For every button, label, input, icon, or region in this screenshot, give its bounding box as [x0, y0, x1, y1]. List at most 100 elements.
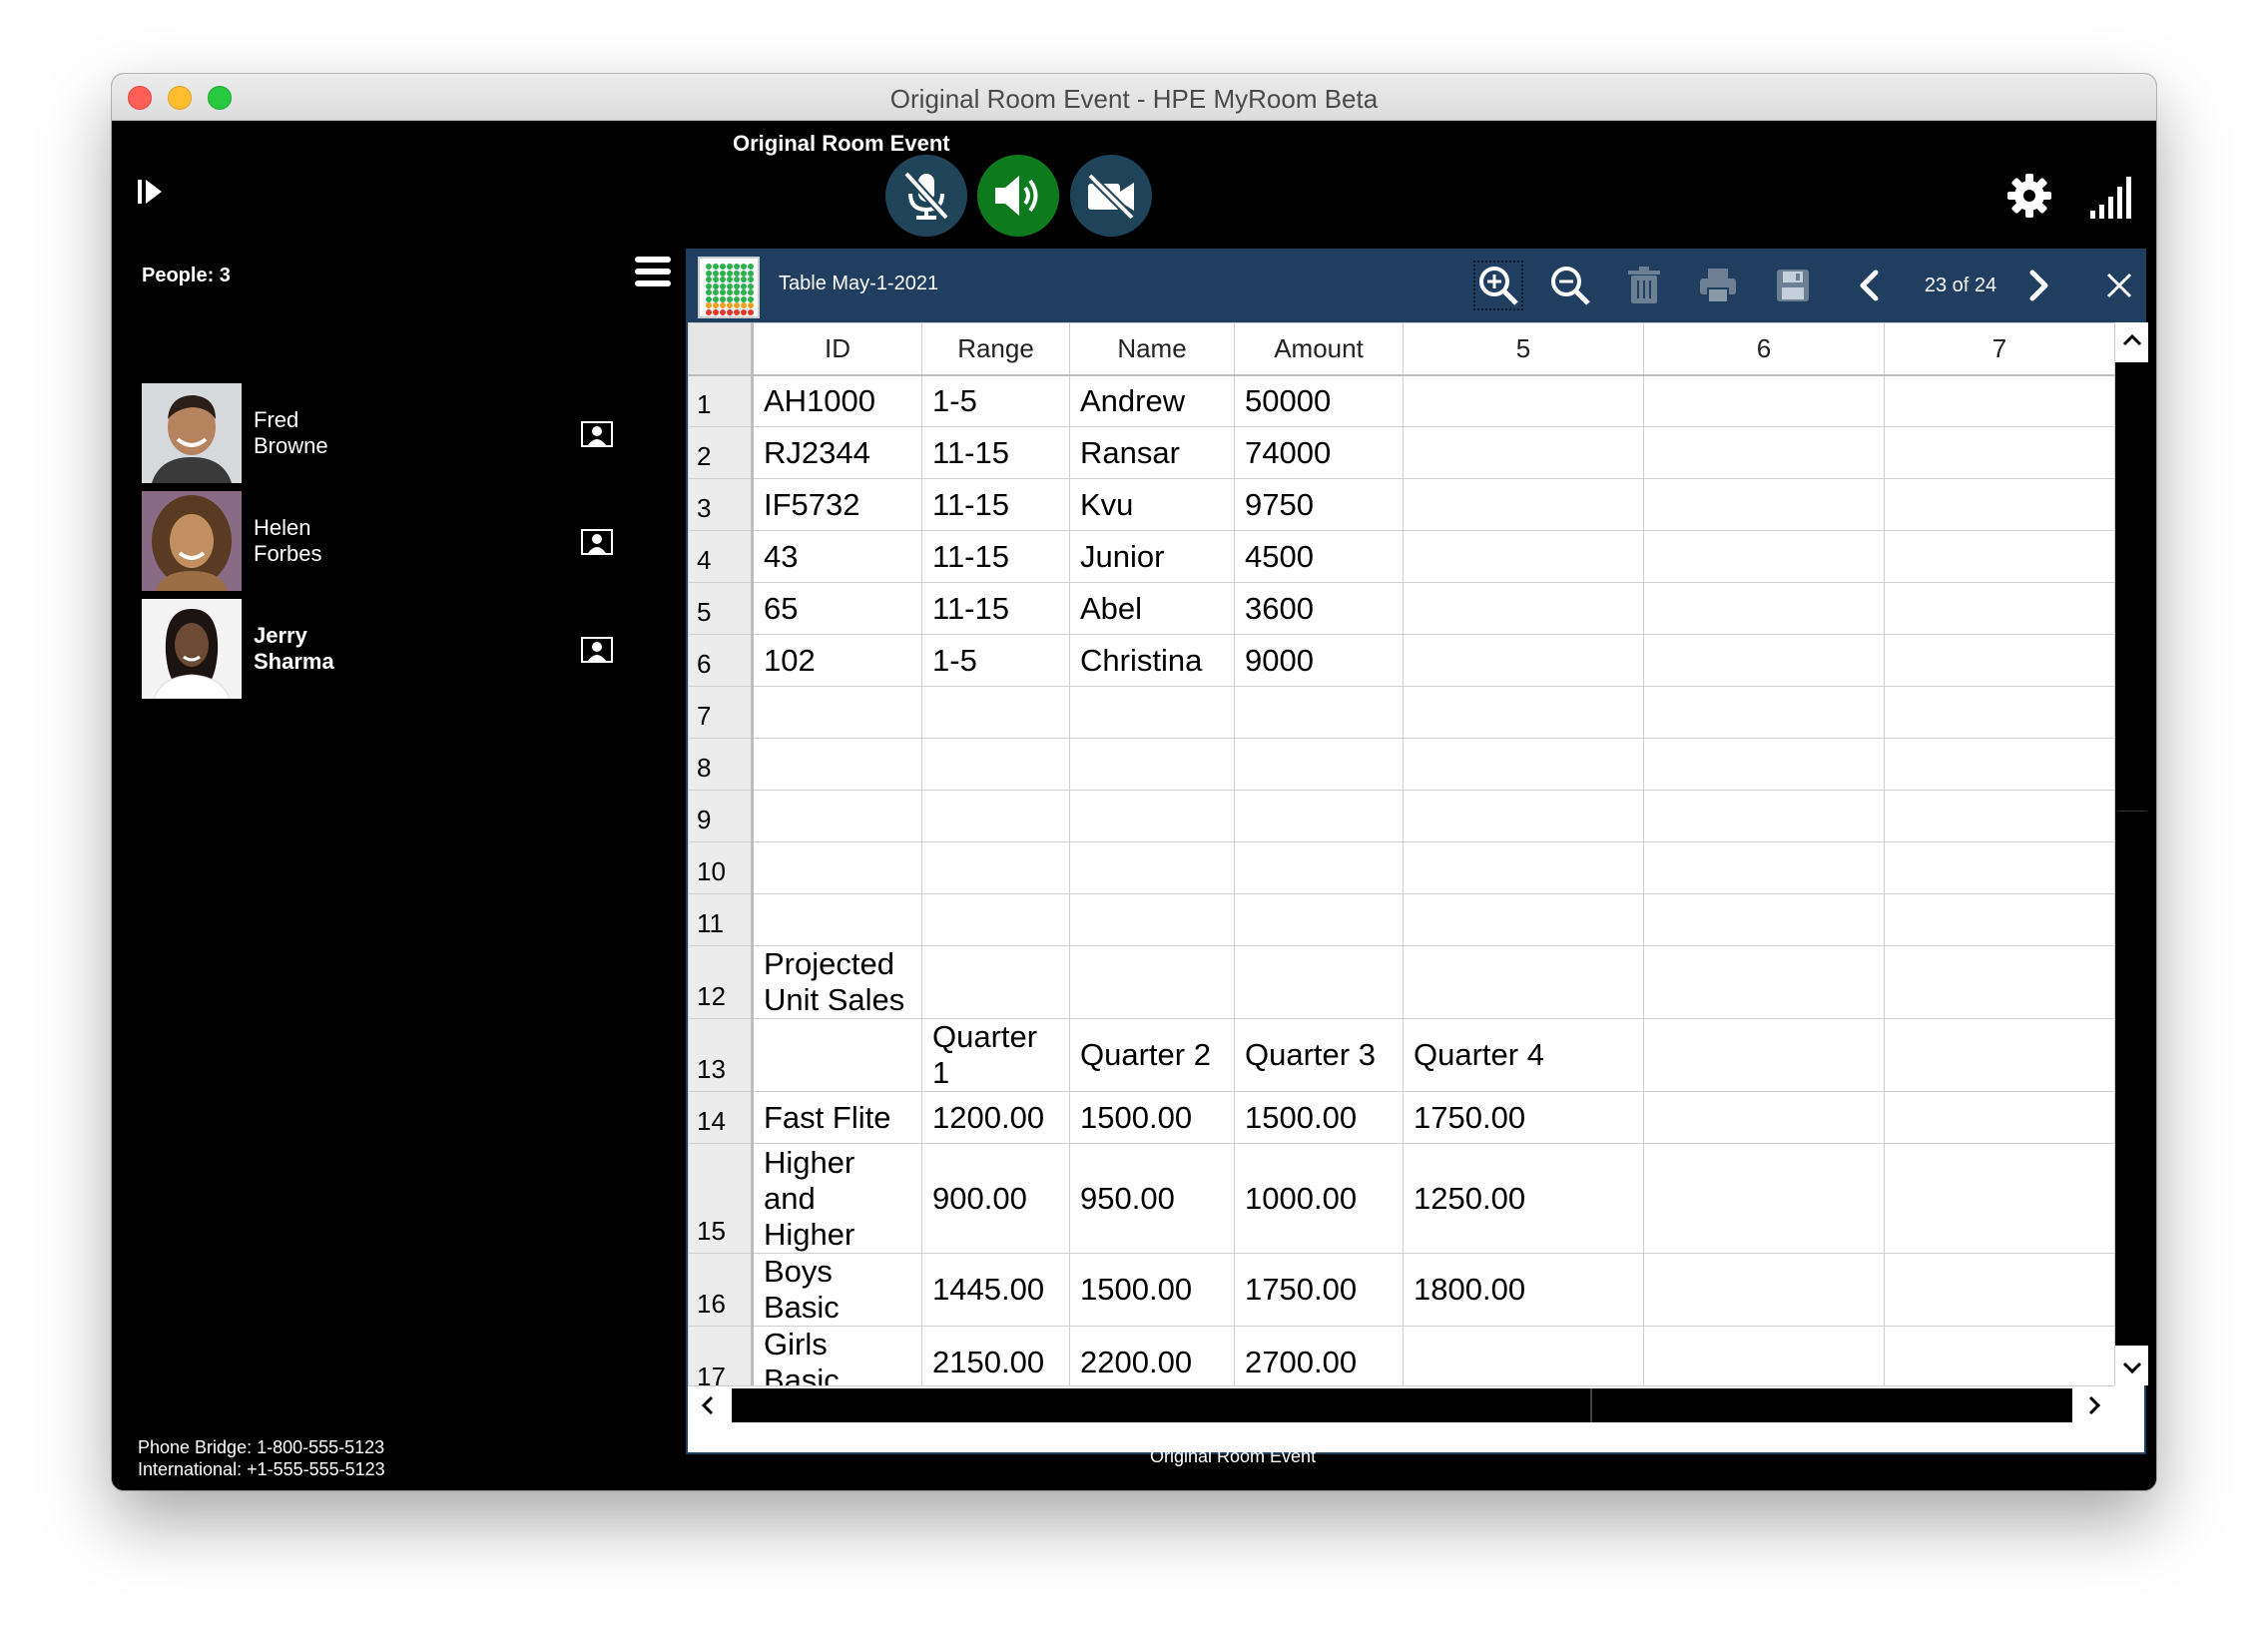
table-cell[interactable]: 9750: [1234, 478, 1404, 531]
table-cell[interactable]: 1250.00: [1403, 1143, 1644, 1254]
column-header[interactable]: 6: [1643, 322, 1885, 376]
vertical-scrollbar[interactable]: [2114, 322, 2149, 1385]
table-cell[interactable]: [1234, 893, 1404, 946]
table-cell[interactable]: Higher and Higher: [752, 1143, 922, 1254]
table-cell[interactable]: [1403, 582, 1644, 635]
table-cell[interactable]: Quarter 1: [921, 1018, 1070, 1092]
table-cell[interactable]: [1234, 841, 1404, 894]
table-cell[interactable]: 65: [752, 582, 922, 635]
table-cell[interactable]: [1884, 841, 2114, 894]
table-cell[interactable]: [1643, 686, 1885, 739]
table-cell[interactable]: [1884, 945, 2114, 1019]
table-cell[interactable]: 9000: [1234, 634, 1404, 687]
table-cell[interactable]: 11-15: [921, 530, 1070, 583]
table-cell[interactable]: [1403, 530, 1644, 583]
row-header[interactable]: 13: [688, 1018, 754, 1092]
contact-card-icon[interactable]: [581, 637, 613, 663]
settings-gear-icon[interactable]: [2006, 173, 2052, 219]
table-cell[interactable]: [1069, 738, 1235, 791]
table-cell[interactable]: 1500.00: [1069, 1253, 1235, 1327]
mute-microphone-button[interactable]: [885, 155, 967, 237]
table-cell[interactable]: [1403, 790, 1644, 842]
table-cell[interactable]: Abel: [1069, 582, 1235, 635]
table-cell[interactable]: [1643, 582, 1885, 635]
table-cell[interactable]: [752, 893, 922, 946]
scroll-track[interactable]: [2115, 362, 2149, 1346]
table-cell[interactable]: [1884, 634, 2114, 687]
row-header[interactable]: 8: [688, 738, 754, 791]
table-cell[interactable]: [921, 841, 1070, 894]
zoom-out-button[interactable]: [1545, 261, 1595, 310]
table-cell[interactable]: 2200.00: [1069, 1326, 1235, 1385]
table-cell[interactable]: Quarter 3: [1234, 1018, 1404, 1092]
table-cell[interactable]: [1643, 738, 1885, 791]
table-cell[interactable]: [1403, 841, 1644, 894]
row-header[interactable]: 7: [688, 686, 754, 739]
row-header[interactable]: 12: [688, 945, 754, 1019]
table-cell[interactable]: Christina: [1069, 634, 1235, 687]
table-cell[interactable]: [1884, 686, 2114, 739]
table-cell[interactable]: [1643, 1018, 1885, 1092]
table-cell[interactable]: [1403, 738, 1644, 791]
table-cell[interactable]: [921, 893, 1070, 946]
table-cell[interactable]: 1445.00: [921, 1253, 1070, 1327]
table-cell[interactable]: 1800.00: [1403, 1253, 1644, 1327]
row-header[interactable]: 1: [688, 374, 754, 427]
table-cell[interactable]: IF5732: [752, 478, 922, 531]
table-cell[interactable]: [1403, 686, 1644, 739]
table-cell[interactable]: Quarter 2: [1069, 1018, 1235, 1092]
table-cell[interactable]: 1-5: [921, 374, 1070, 427]
horizontal-scrollbar[interactable]: [688, 1385, 2114, 1423]
table-cell[interactable]: [1643, 426, 1885, 479]
column-header[interactable]: ID: [752, 322, 922, 376]
contact-card-icon[interactable]: [581, 421, 613, 447]
scroll-up-button[interactable]: [2115, 322, 2149, 358]
table-cell[interactable]: 1200.00: [921, 1091, 1070, 1144]
row-header[interactable]: 2: [688, 426, 754, 479]
table-cell[interactable]: [1643, 1326, 1885, 1385]
table-cell[interactable]: [1069, 841, 1235, 894]
table-cell[interactable]: RJ2344: [752, 426, 922, 479]
zoom-in-button[interactable]: [1473, 261, 1523, 310]
table-cell[interactable]: 1500.00: [1234, 1091, 1404, 1144]
table-cell[interactable]: 1750.00: [1234, 1253, 1404, 1327]
table-cell[interactable]: [1643, 1143, 1885, 1254]
column-header[interactable]: Range: [921, 322, 1070, 376]
table-cell[interactable]: [1234, 945, 1404, 1019]
table-cell[interactable]: [1884, 530, 2114, 583]
row-header[interactable]: 5: [688, 582, 754, 635]
table-cell[interactable]: Andrew: [1069, 374, 1235, 427]
spreadsheet-table[interactable]: ID Range Name Amount 5 6 7 1 AH1000 1-5 And…: [688, 322, 2114, 1385]
table-cell[interactable]: Ransar: [1069, 426, 1235, 479]
table-cell[interactable]: [1643, 893, 1885, 946]
speaker-button[interactable]: [977, 155, 1059, 237]
table-cell[interactable]: 43: [752, 530, 922, 583]
table-cell[interactable]: AH1000: [752, 374, 922, 427]
close-panel-button[interactable]: [2094, 261, 2144, 310]
table-cell[interactable]: [1643, 790, 1885, 842]
table-cell[interactable]: 11-15: [921, 426, 1070, 479]
signal-strength-icon[interactable]: [2088, 173, 2138, 221]
table-cell[interactable]: 1000.00: [1234, 1143, 1404, 1254]
hamburger-menu-icon[interactable]: [635, 257, 671, 292]
table-cell[interactable]: 1750.00: [1403, 1091, 1644, 1144]
table-cell[interactable]: [1643, 945, 1885, 1019]
table-cell[interactable]: [1643, 1253, 1885, 1327]
column-header[interactable]: Amount: [1234, 322, 1404, 376]
table-cell[interactable]: [752, 790, 922, 842]
scroll-track[interactable]: [732, 1388, 2072, 1422]
row-header[interactable]: 11: [688, 893, 754, 946]
table-cell[interactable]: [1884, 1018, 2114, 1092]
table-cell[interactable]: [1884, 1091, 2114, 1144]
row-header[interactable]: 4: [688, 530, 754, 583]
table-cell[interactable]: [752, 841, 922, 894]
table-cell[interactable]: [1403, 893, 1644, 946]
row-header[interactable]: 17: [688, 1326, 754, 1385]
table-cell[interactable]: [1884, 1253, 2114, 1327]
column-header[interactable]: Name: [1069, 322, 1235, 376]
table-cell[interactable]: [1884, 738, 2114, 791]
table-cell[interactable]: 2700.00: [1234, 1326, 1404, 1385]
row-header[interactable]: 6: [688, 634, 754, 687]
table-cell[interactable]: [1884, 1326, 2114, 1385]
table-cell[interactable]: Boys Basic: [752, 1253, 922, 1327]
